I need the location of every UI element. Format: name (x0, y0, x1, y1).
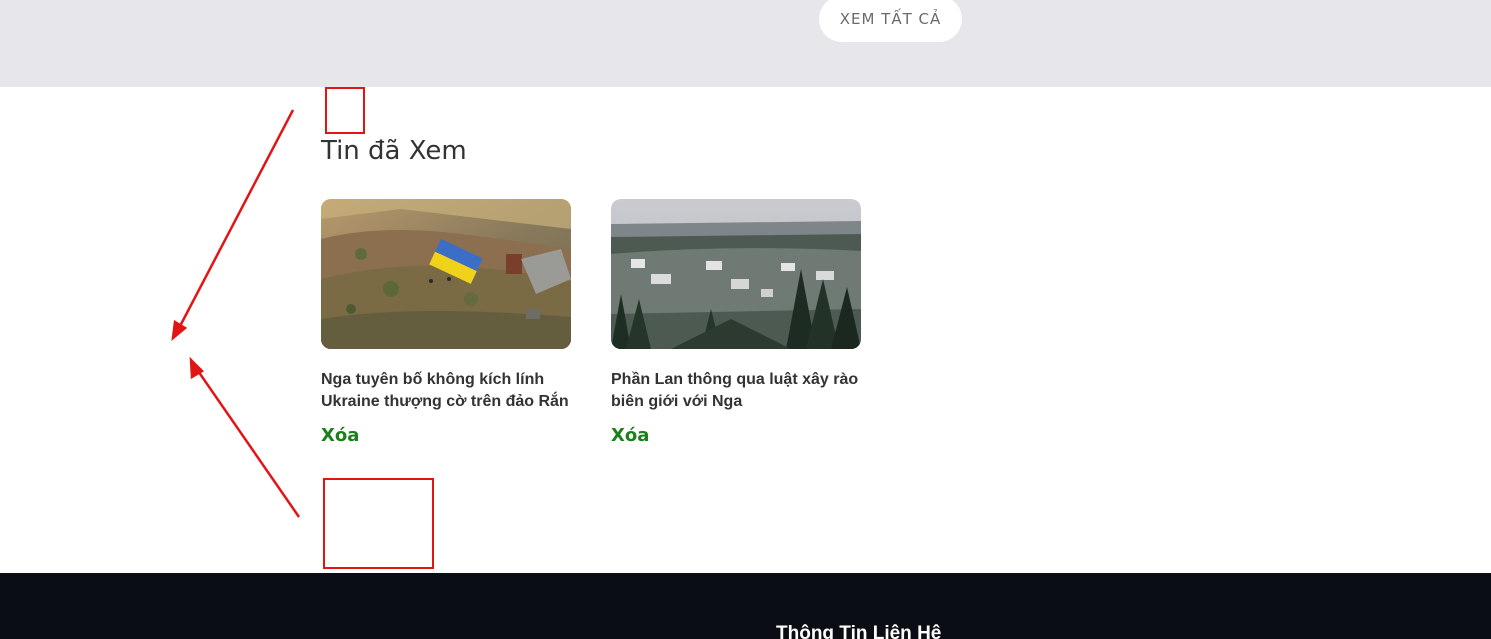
arrow-down-left (171, 109, 295, 341)
news-card: Phần Lan thông qua luật xây rào biên giớ… (611, 199, 861, 446)
top-band: XEM TẤT CẢ (0, 0, 1491, 87)
annotation-box-bottom (323, 478, 434, 569)
finland-winter-town-image[interactable] (611, 199, 861, 349)
annotation-box-top (325, 87, 365, 134)
snake-island-aerial-image[interactable] (321, 199, 571, 349)
news-card: Nga tuyên bố không kích lính Ukraine thư… (321, 199, 571, 446)
news-card-title[interactable]: Phần Lan thông qua luật xây rào biên giớ… (611, 369, 861, 413)
arrow-up-left (189, 356, 301, 518)
delete-link[interactable]: Xóa (321, 425, 359, 446)
news-card-title[interactable]: Nga tuyên bố không kích lính Ukraine thư… (321, 369, 571, 413)
contact-info-heading: Thông Tin Liên Hệ (776, 623, 942, 639)
view-all-button[interactable]: XEM TẤT CẢ (819, 0, 962, 42)
section-title: Tin đã Xem (321, 136, 467, 166)
footer: Thông Tin Liên Hệ (0, 573, 1491, 639)
delete-link[interactable]: Xóa (611, 425, 649, 446)
